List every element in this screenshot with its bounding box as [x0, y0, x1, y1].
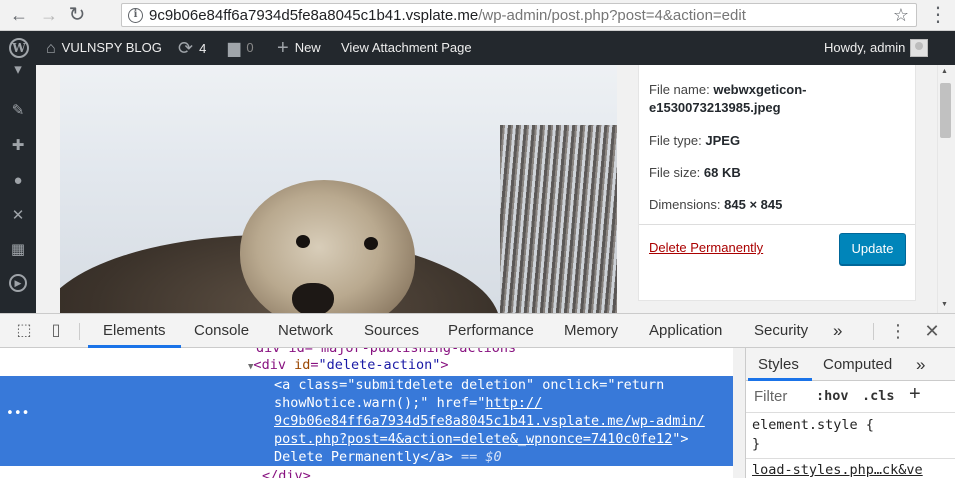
elements-dom-tree[interactable]: div id="major-publishing-actions" ▼<div … — [0, 348, 745, 478]
tools-wrench-icon[interactable]: ✕ — [9, 207, 27, 225]
page-scroll-thumb[interactable] — [940, 83, 951, 138]
delete-permanently-link[interactable]: Delete Permanently — [649, 240, 763, 255]
tab-sources[interactable]: Sources — [364, 314, 419, 348]
view-attachment-link[interactable]: View Attachment Page — [341, 31, 472, 65]
close-devtools-icon[interactable]: ✕ — [922, 321, 942, 341]
address-bar[interactable]: i 9c9b06e84ff6a7934d5fe8a8045c1b41.vspla… — [121, 3, 917, 27]
wp-side-menu: ▾ ✎ ✚ ● ✕ ▦ ▶ — [0, 61, 36, 313]
home-icon: ⌂ — [46, 40, 56, 57]
dom-delete-action-div[interactable]: ▼<div id="delete-action"> — [248, 356, 449, 376]
file-size-row: File size: 68 KB — [649, 165, 741, 180]
element-style-rule[interactable]: element.style { — [752, 417, 874, 433]
tab-computed[interactable]: Computed — [823, 348, 892, 381]
devtools-tab-bar: ⬚ ▯ Elements Console Network Sources Per… — [0, 313, 955, 348]
plugins-icon[interactable]: ✚ — [9, 137, 27, 155]
attachment-details-panel: File name: webwxgeticon-e1530073213985.j… — [638, 65, 916, 301]
dom-close-div[interactable]: </div> — [262, 467, 311, 478]
updates-icon: ⟳ — [178, 38, 194, 58]
hov-toggle[interactable]: :hov — [816, 388, 849, 404]
stylesheet-source-link[interactable]: load-styles.php…ck&ve — [752, 462, 923, 478]
site-info-icon[interactable]: i — [128, 8, 143, 23]
rule-close-brace: } — [752, 436, 761, 452]
browser-menu-icon[interactable]: ⋮ — [928, 4, 948, 26]
tab-security[interactable]: Security — [754, 314, 808, 348]
wordpress-logo-icon[interactable]: W — [9, 38, 29, 58]
device-toolbar-icon[interactable]: ▯ — [46, 321, 66, 341]
update-button[interactable]: Update — [839, 233, 906, 265]
back-arrow-icon[interactable]: ← — [8, 4, 30, 26]
url-text[interactable]: 9c9b06e84ff6a7934d5fe8a8045c1b41.vsplate… — [149, 7, 746, 24]
cls-toggle[interactable]: .cls — [862, 388, 895, 404]
site-name-link[interactable]: ⌂ VULNSPY BLOG — [46, 31, 162, 65]
styles-filter-row: Filter :hov .cls + — [746, 381, 955, 413]
tab-console[interactable]: Console — [194, 314, 249, 348]
bookmark-star-icon[interactable]: ☆ — [893, 4, 909, 26]
avatar[interactable] — [910, 39, 928, 57]
dimensions-row: Dimensions: 845 × 845 — [649, 197, 783, 212]
tab-elements[interactable]: Elements — [103, 314, 166, 348]
styles-tab-bar: Styles Computed » — [746, 348, 955, 381]
new-style-rule-plus-icon[interactable]: + — [909, 383, 921, 406]
comments-link[interactable]: ▆ 0 — [228, 31, 254, 65]
users-icon[interactable]: ● — [9, 172, 27, 190]
file-name-row: File name: webwxgeticon-e1530073213985.j… — [649, 82, 807, 115]
howdy-user[interactable]: Howdy, admin — [824, 31, 905, 65]
node-actions-ellipsis-icon[interactable]: ••• — [6, 406, 29, 421]
settings-icon[interactable]: ▦ — [9, 241, 27, 259]
scroll-down-arrow-icon[interactable]: ▼ — [941, 301, 948, 308]
scroll-up-arrow-icon[interactable]: ▲ — [941, 68, 948, 75]
comment-bubble-icon: ▆ — [228, 40, 241, 57]
more-tabs-chevron-icon[interactable]: » — [833, 314, 842, 348]
tab-performance[interactable]: Performance — [448, 314, 534, 348]
attachment-image — [60, 65, 617, 313]
tab-application[interactable]: Application — [649, 314, 722, 348]
inspect-element-icon[interactable]: ⬚ — [14, 321, 34, 341]
devtools-menu-icon[interactable]: ⋮ — [888, 321, 908, 341]
comments-menu-icon[interactable]: ▾ — [9, 61, 27, 79]
styles-more-chevron-icon[interactable]: » — [916, 348, 925, 381]
tab-memory[interactable]: Memory — [564, 314, 618, 348]
new-content-link[interactable]: + New — [277, 31, 321, 65]
tab-styles[interactable]: Styles — [758, 348, 799, 381]
selected-dom-node[interactable]: ••• <a class="submitdelete deletion" onc… — [0, 376, 733, 466]
forward-arrow-icon[interactable]: → — [38, 4, 60, 26]
collapse-play-icon[interactable]: ▶ — [9, 274, 27, 292]
elements-scrollbar[interactable] — [733, 348, 745, 478]
reload-icon[interactable]: ↻ — [66, 4, 88, 26]
browser-toolbar: ← → ↻ i 9c9b06e84ff6a7934d5fe8a8045c1b41… — [0, 0, 955, 31]
tab-network[interactable]: Network — [278, 314, 333, 348]
plus-icon: + — [277, 37, 289, 59]
file-type-row: File type: JPEG — [649, 133, 741, 148]
appearance-brush-icon[interactable]: ✎ — [9, 102, 27, 120]
href-link[interactable]: http:// — [485, 395, 542, 411]
styles-pane: Styles Computed » Filter :hov .cls + ele… — [745, 348, 955, 478]
wp-admin-bar: W ⌂ VULNSPY BLOG ⟳ 4 ▆ 0 + New View Attachme… — [0, 31, 955, 65]
updates-link[interactable]: ⟳ 4 — [178, 31, 206, 65]
styles-filter-input[interactable]: Filter — [754, 388, 787, 405]
